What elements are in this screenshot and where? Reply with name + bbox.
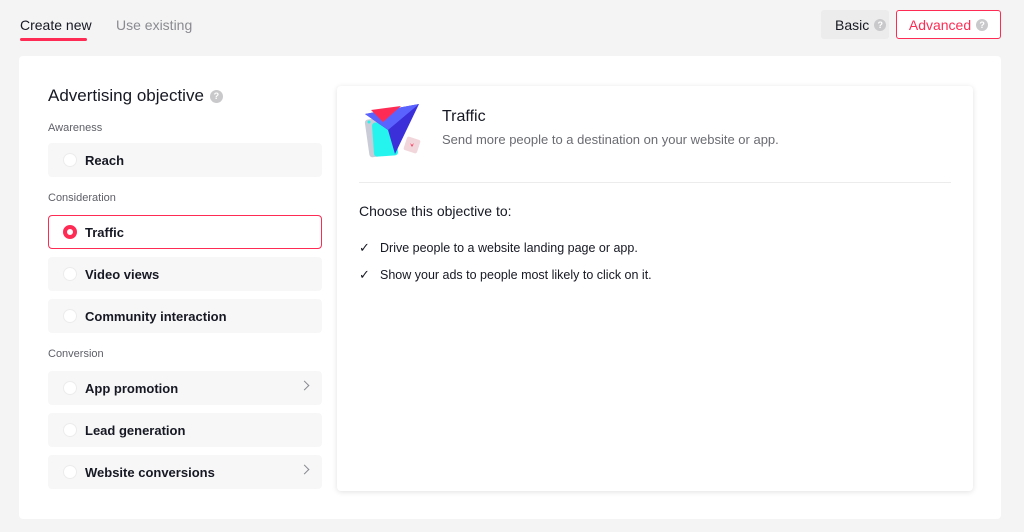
radio-button[interactable] — [63, 381, 77, 395]
group-label-awareness: Awareness — [48, 122, 103, 134]
objective-option-label: Video views — [85, 266, 160, 282]
objective-card: Advertising objective ? Awareness Reach … — [19, 56, 1001, 519]
advertising-objective-heading: Advertising objective ? — [48, 85, 223, 107]
benefit-item: ✓ Drive people to a website landing page… — [359, 240, 638, 256]
advertising-objective-title: Advertising objective — [48, 86, 204, 105]
active-tab-indicator — [20, 38, 87, 41]
objective-option-website-conversions[interactable]: Website conversions — [48, 455, 322, 489]
checkmark-icon: ✓ — [359, 267, 370, 282]
group-label-consideration: Consideration — [48, 192, 116, 204]
objective-detail-description: Send more people to a destination on you… — [442, 132, 779, 147]
objective-option-label: Lead generation — [85, 422, 186, 438]
radio-button[interactable] — [63, 153, 77, 167]
radio-button-selected[interactable] — [63, 225, 77, 239]
advanced-mode-label: Advanced — [908, 16, 972, 33]
radio-button[interactable] — [63, 423, 77, 437]
tab-use-existing[interactable]: Use existing — [116, 16, 192, 34]
basic-mode-button[interactable]: Basic ? — [821, 10, 889, 39]
objective-option-label: App promotion — [85, 380, 179, 396]
objective-detail-title: Traffic — [442, 108, 486, 125]
objective-option-video-views[interactable]: Video views — [48, 257, 322, 291]
question-circle-icon: ? — [874, 18, 887, 31]
choose-objective-heading: Choose this objective to: — [359, 203, 512, 219]
benefit-text: Show your ads to people most likely to c… — [380, 268, 652, 282]
objective-option-community-interaction[interactable]: Community interaction — [48, 299, 322, 333]
question-circle-icon[interactable]: ? — [209, 89, 223, 103]
chevron-right-icon — [299, 380, 310, 391]
objective-option-label: Reach — [85, 152, 125, 168]
top-bar: Create new Use existing Basic ? Advanced… — [0, 0, 1024, 52]
question-circle-icon: ? — [976, 18, 989, 31]
group-label-conversion: Conversion — [48, 348, 104, 360]
radio-button[interactable] — [63, 267, 77, 281]
objective-option-app-promotion[interactable]: App promotion — [48, 371, 322, 405]
objective-option-traffic[interactable]: Traffic — [48, 215, 322, 249]
divider — [359, 182, 951, 183]
objective-option-label: Website conversions — [85, 464, 215, 480]
checkmark-icon: ✓ — [359, 240, 370, 255]
objective-option-label: Traffic — [85, 224, 125, 240]
radio-button[interactable] — [63, 465, 77, 479]
radio-button[interactable] — [63, 309, 77, 323]
tab-create-new[interactable]: Create new — [20, 16, 92, 34]
chevron-right-icon — [299, 464, 310, 475]
traffic-arrow-illustration — [364, 104, 421, 158]
objective-option-label: Community interaction — [85, 308, 227, 324]
basic-mode-label: Basic — [835, 16, 870, 33]
objective-option-reach[interactable]: Reach — [48, 143, 322, 177]
advanced-mode-button[interactable]: Advanced ? — [896, 10, 1001, 39]
benefit-text: Drive people to a website landing page o… — [380, 241, 638, 255]
objective-option-lead-generation[interactable]: Lead generation — [48, 413, 322, 447]
benefit-item: ✓ Show your ads to people most likely to… — [359, 267, 652, 283]
objective-detail-panel: Traffic Send more people to a destinatio… — [337, 86, 973, 491]
